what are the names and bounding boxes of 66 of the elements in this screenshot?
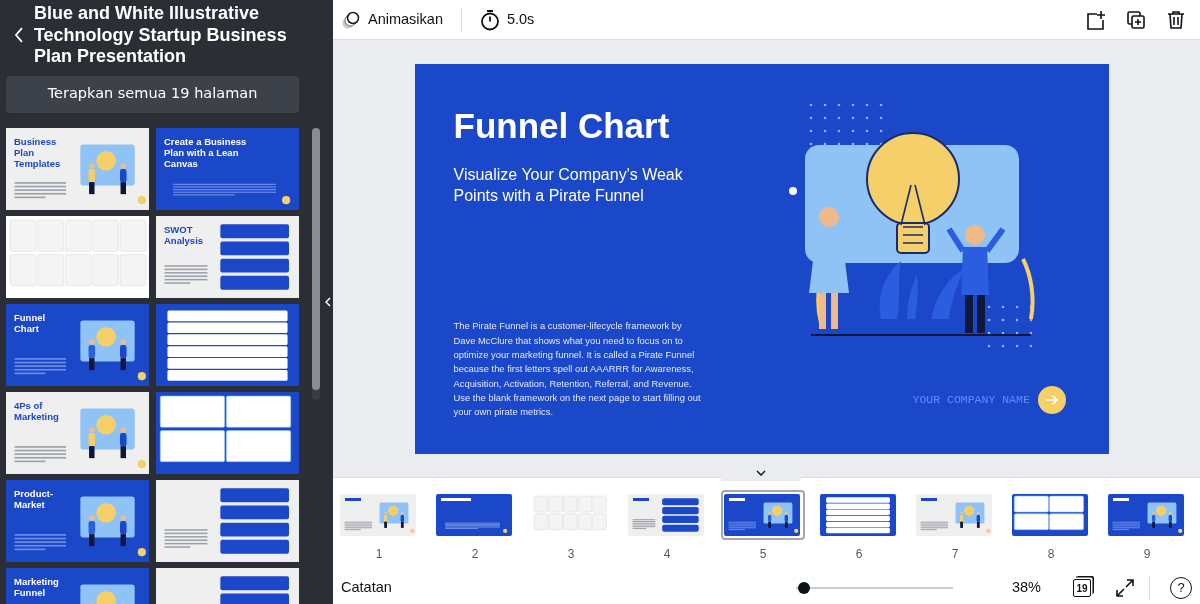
duration-button[interactable]: 5.0s bbox=[475, 4, 539, 35]
text-lines-drawing bbox=[14, 357, 67, 374]
dot-icon bbox=[137, 195, 146, 204]
template-thumbnail[interactable] bbox=[156, 391, 299, 474]
company-name: YOUR COMPANY NAME bbox=[912, 391, 1030, 408]
page-number: 2 bbox=[471, 546, 479, 563]
page-number: 9 bbox=[1143, 546, 1151, 563]
slide-title: Funnel Chart bbox=[14, 311, 47, 334]
card-list-drawing bbox=[220, 487, 289, 554]
page-number: 4 bbox=[663, 546, 671, 563]
text-lines-drawing bbox=[14, 445, 67, 462]
slide-title: Marketing Funnel bbox=[14, 575, 60, 598]
template-thumbnail[interactable]: Marketing Funnel bbox=[6, 567, 149, 604]
illustration-drawing bbox=[80, 583, 135, 604]
animate-icon bbox=[341, 9, 361, 30]
template-thumbnail[interactable]: 4Ps of Marketing bbox=[6, 391, 149, 474]
notes-label[interactable]: Catatan bbox=[341, 577, 392, 599]
illustration-drawing bbox=[80, 319, 135, 370]
text-lines-drawing bbox=[164, 528, 208, 548]
slide-title: Product-Market bbox=[14, 487, 55, 510]
card-list-drawing bbox=[220, 575, 289, 604]
text-lines-drawing bbox=[164, 264, 208, 284]
page-number: 8 bbox=[1047, 546, 1055, 563]
slide-subtitle: Visualize Your Company's Weak Points with a Pirate Funnel bbox=[453, 164, 684, 206]
back-icon[interactable] bbox=[14, 27, 24, 44]
animate-button[interactable]: Animasikan bbox=[337, 4, 447, 35]
template-thumbnail[interactable] bbox=[156, 303, 299, 386]
zoom-percentage[interactable]: 38% bbox=[991, 577, 1041, 599]
template-thumbnail[interactable]: Funnel Chart bbox=[6, 303, 149, 386]
text-lines-drawing bbox=[14, 533, 67, 550]
slide-paragraph: The Pirate Funnel is a customer-lifecycle framework by Dave McClure that shows what you need to focus on to optimize your marketing funnel. It is called a Pirate Funnel because the first letters spell out AAARRR for Awareness, Acquisition, Activation, Retention, Referral, and Revenue. Use the blank framework on the next page to start filling out your own pirate metrics. bbox=[453, 319, 702, 420]
slide-title: Create a Business Plan with a Lean Canvas bbox=[164, 135, 248, 169]
card-list-drawing bbox=[220, 223, 289, 290]
dot-icon bbox=[137, 459, 146, 468]
slide-title: 4Ps of Marketing bbox=[14, 399, 60, 422]
illustration-drawing bbox=[80, 495, 135, 546]
illustration-drawing bbox=[80, 407, 135, 458]
fullscreen-icon[interactable] bbox=[1113, 576, 1137, 600]
page-number: 5 bbox=[759, 546, 767, 563]
illustration-drawing bbox=[80, 143, 135, 194]
page-number: 3 bbox=[567, 546, 575, 563]
scrollbar[interactable] bbox=[312, 127, 320, 400]
template-thumbnail[interactable]: Product-Market bbox=[6, 479, 149, 562]
slide-title: SWOT Analysis bbox=[164, 223, 205, 246]
template-thumbnail[interactable]: SWOT Analysis bbox=[156, 215, 299, 298]
dot-icon bbox=[137, 371, 146, 380]
slide[interactable] bbox=[414, 63, 1109, 454]
page-number: 6 bbox=[855, 546, 863, 563]
apply-all-button[interactable]: Terapkan semua 19 halaman bbox=[6, 75, 299, 113]
slide-title: Business Plan Templates bbox=[14, 135, 62, 169]
stopwatch-icon bbox=[479, 8, 500, 31]
template-thumbnail[interactable] bbox=[156, 479, 299, 562]
template-thumbnail[interactable]: Create a Business Plan with a Lean Canvas bbox=[156, 127, 299, 210]
chevron-left-icon bbox=[324, 297, 331, 307]
chevron-down-icon bbox=[755, 470, 766, 476]
page-count-button[interactable]: 19 bbox=[1073, 579, 1091, 597]
template-thumbnail[interactable] bbox=[6, 215, 149, 298]
slide-title: Funnel Chart bbox=[453, 105, 671, 146]
dot-icon bbox=[137, 547, 146, 556]
page-number: 7 bbox=[951, 546, 959, 563]
collapse-handle[interactable] bbox=[322, 0, 333, 604]
dot-icon bbox=[282, 195, 291, 204]
page-number: 1 bbox=[375, 546, 383, 563]
template-thumbnail[interactable]: Business Plan Templates bbox=[6, 127, 149, 210]
text-lines-drawing bbox=[14, 181, 67, 198]
template-title: Blue and White Illustrative Technology Startup Business Plan Presentation bbox=[33, 3, 288, 68]
